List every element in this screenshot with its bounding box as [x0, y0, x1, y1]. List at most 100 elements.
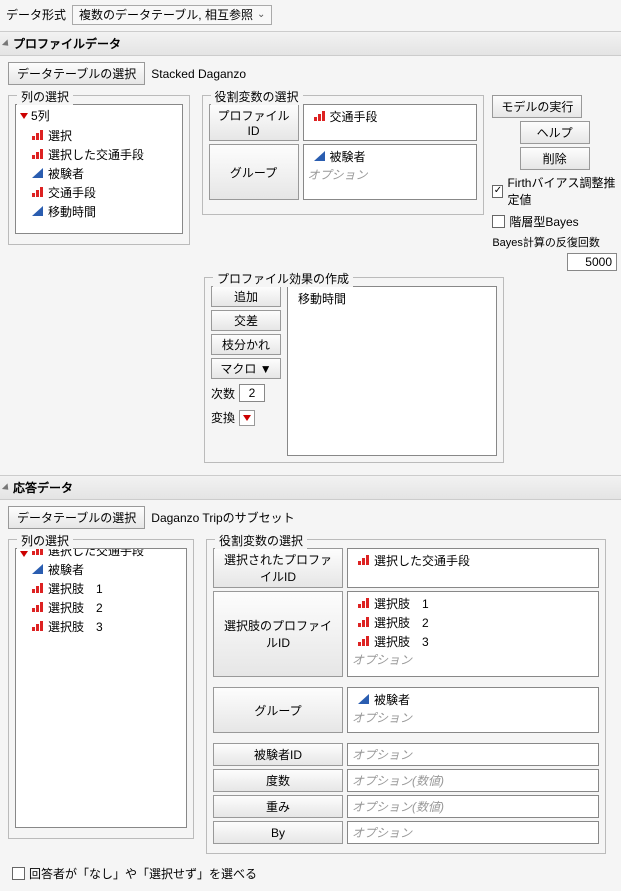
degree-input[interactable]: 2	[239, 384, 265, 402]
list-item[interactable]: 選択した交通手段	[16, 548, 186, 560]
footer-checkbox-row[interactable]: 回答者が「なし」や「選択せず」を選べる	[12, 864, 617, 883]
dataformat-dropdown[interactable]: 複数のデータテーブル, 相互参照 ⌄	[72, 5, 272, 25]
firth-checkbox[interactable]: ✓	[492, 185, 503, 198]
effects-nest-button[interactable]: 枝分かれ	[211, 334, 281, 355]
dataformat-label: データ形式	[6, 6, 66, 23]
remove-button[interactable]: 削除	[520, 147, 590, 170]
footer-checkbox[interactable]	[12, 867, 25, 880]
red-triangle-icon	[20, 113, 28, 119]
list-item[interactable]: 被験者	[352, 690, 594, 709]
subject-id-target[interactable]: オプション	[347, 743, 599, 766]
effects-macro-button[interactable]: マクロ ▼	[211, 358, 281, 379]
list-item-label: 選択	[48, 127, 72, 144]
nominal-icon	[358, 617, 370, 629]
profile-group-target[interactable]: 被験者 オプション	[303, 144, 478, 200]
disclosure-icon	[2, 39, 11, 48]
list-item[interactable]: 選択肢 1	[16, 579, 186, 598]
by-button[interactable]: By	[213, 821, 343, 844]
help-button[interactable]: ヘルプ	[520, 121, 590, 144]
list-item[interactable]: 被験者	[16, 560, 186, 579]
list-item-label: 選択肢 3	[374, 633, 429, 650]
effects-listbox[interactable]: 移動時間	[287, 286, 497, 456]
degree-label: 次数	[211, 385, 235, 402]
nominal-icon	[32, 187, 44, 199]
profile-section-header[interactable]: プロファイルデータ	[0, 32, 621, 56]
profile-colselect-legend: 列の選択	[17, 88, 73, 105]
list-item-label: 選択した交通手段	[48, 548, 144, 559]
selected-profile-id-button[interactable]: 選択されたプロファイルID	[213, 548, 343, 588]
continuous-icon	[32, 168, 44, 180]
weight-target[interactable]: オプション(数値)	[347, 795, 599, 818]
list-item[interactable]: 選択肢 1	[352, 594, 594, 613]
by-target[interactable]: オプション	[347, 821, 599, 844]
response-group-button[interactable]: グループ	[213, 687, 343, 733]
profile-col-listbox[interactable]: 5列 選択選択した交通手段被験者交通手段移動時間	[15, 104, 183, 234]
effects-add-button[interactable]: 追加	[211, 286, 281, 307]
bayes-checkbox-row[interactable]: 階層型Bayes	[492, 212, 617, 231]
nominal-icon	[32, 621, 44, 633]
list-item-label: 交通手段	[48, 184, 96, 201]
profile-table-name: Stacked Daganzo	[151, 67, 246, 81]
nominal-icon	[32, 149, 44, 161]
weight-button[interactable]: 重み	[213, 795, 343, 818]
effects-cross-button[interactable]: 交差	[211, 310, 281, 331]
response-section-header[interactable]: 応答データ	[0, 476, 621, 500]
transform-label: 変換	[211, 409, 235, 426]
nominal-icon	[358, 555, 370, 567]
response-group-target[interactable]: 被験者 オプション	[347, 687, 599, 733]
transform-menu-button[interactable]	[239, 410, 255, 426]
list-item[interactable]: 選択肢 2	[352, 613, 594, 632]
firth-checkbox-row[interactable]: ✓ Firthバイアス調整推定値	[492, 173, 617, 209]
list-item[interactable]: 選択肢 3	[16, 617, 186, 636]
profile-col-count-row[interactable]: 5列	[16, 105, 182, 126]
nominal-icon	[314, 111, 326, 123]
response-group-placeholder: オプション	[352, 709, 594, 726]
choice-profile-id-button[interactable]: 選択肢のプロファイルID	[213, 591, 343, 677]
profile-table-select-button[interactable]: データテーブルの選択	[8, 62, 145, 85]
list-item[interactable]: 移動時間	[16, 202, 182, 221]
freq-target[interactable]: オプション(数値)	[347, 769, 599, 792]
list-item[interactable]: 選択した交通手段	[16, 145, 182, 164]
continuous-icon	[32, 206, 44, 218]
response-table-select-button[interactable]: データテーブルの選択	[8, 506, 145, 529]
list-item[interactable]: 移動時間	[292, 289, 492, 308]
list-item-label: 選択肢 1	[374, 595, 429, 612]
list-item[interactable]: 選択	[16, 126, 182, 145]
profile-group-button[interactable]: グループ	[209, 144, 299, 200]
bayes-checkbox[interactable]	[492, 215, 505, 228]
list-item-label: 被験者	[48, 165, 84, 182]
list-item[interactable]: 交通手段	[308, 107, 473, 126]
list-item[interactable]: 選択肢 2	[16, 598, 186, 617]
list-item-label: 選択した交通手段	[48, 146, 144, 163]
subject-id-button[interactable]: 被験者ID	[213, 743, 343, 766]
run-model-button[interactable]: モデルの実行	[492, 95, 582, 118]
list-item-label: 交通手段	[330, 108, 378, 125]
firth-label: Firthバイアス調整推定値	[507, 174, 617, 208]
bayes-label: 階層型Bayes	[509, 213, 578, 230]
list-item[interactable]: 交通手段	[16, 183, 182, 202]
list-item[interactable]: 選択した交通手段	[352, 551, 594, 570]
profile-id-target[interactable]: 交通手段	[303, 104, 478, 141]
list-item[interactable]: 選択肢 3	[352, 632, 594, 651]
nominal-icon	[358, 636, 370, 648]
response-col-listbox[interactable]: 選択した交通手段被験者選択肢 1選択肢 2選択肢 3	[15, 548, 187, 828]
profile-col-count: 5列	[31, 107, 50, 124]
nominal-icon	[32, 602, 44, 614]
freq-button[interactable]: 度数	[213, 769, 343, 792]
bayes-iter-input[interactable]: 5000	[567, 253, 617, 271]
list-item[interactable]: 被験者	[308, 147, 473, 166]
response-table-name: Daganzo Tripのサブセット	[151, 509, 294, 526]
profile-id-button[interactable]: プロファイルID	[209, 104, 299, 141]
list-item[interactable]: 被験者	[16, 164, 182, 183]
footer-checkbox-label: 回答者が「なし」や「選択せず」を選べる	[29, 865, 257, 882]
selected-profile-id-target[interactable]: 選択した交通手段	[347, 548, 599, 588]
list-item-label: 被験者	[374, 691, 410, 708]
list-item-label: 選択した交通手段	[374, 552, 470, 569]
list-item-label: 選択肢 2	[48, 599, 103, 616]
chevron-down-icon: ⌄	[257, 9, 265, 20]
profile-group-placeholder: オプション	[308, 166, 473, 183]
choice-profile-id-target[interactable]: 選択肢 1選択肢 2選択肢 3 オプション	[347, 591, 599, 677]
continuous-icon	[314, 151, 326, 163]
effects-legend: プロファイル効果の作成	[213, 270, 353, 287]
red-triangle-icon	[243, 415, 251, 421]
